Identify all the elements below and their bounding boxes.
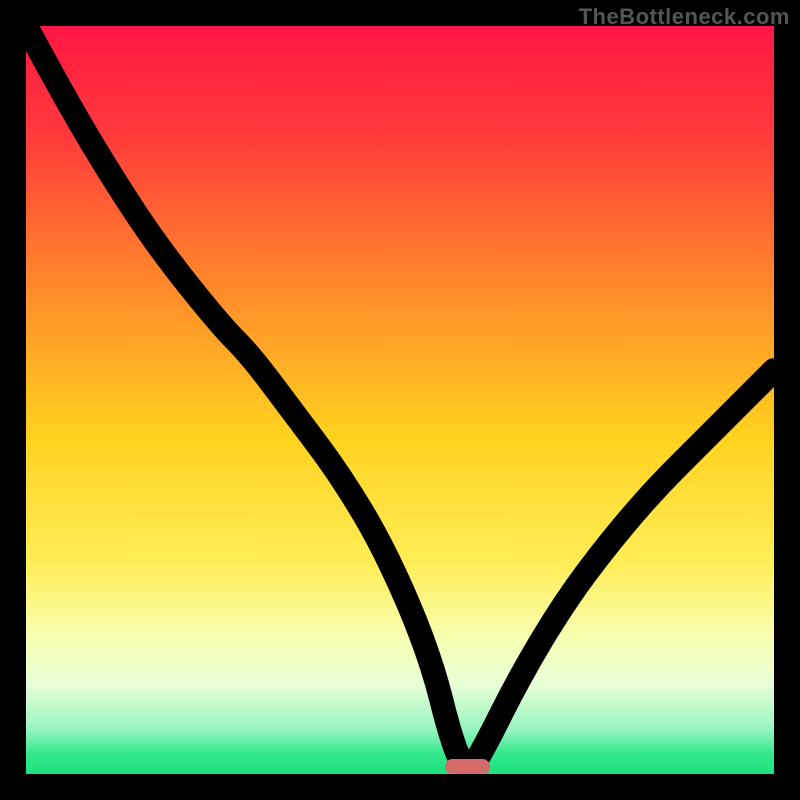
bottleneck-curve [26,26,774,768]
chart-frame: TheBottleneck.com [0,0,800,800]
watermark-text: TheBottleneck.com [579,4,790,30]
plot-area [26,26,774,774]
optimal-marker [445,759,490,774]
curve-layer [26,26,774,774]
